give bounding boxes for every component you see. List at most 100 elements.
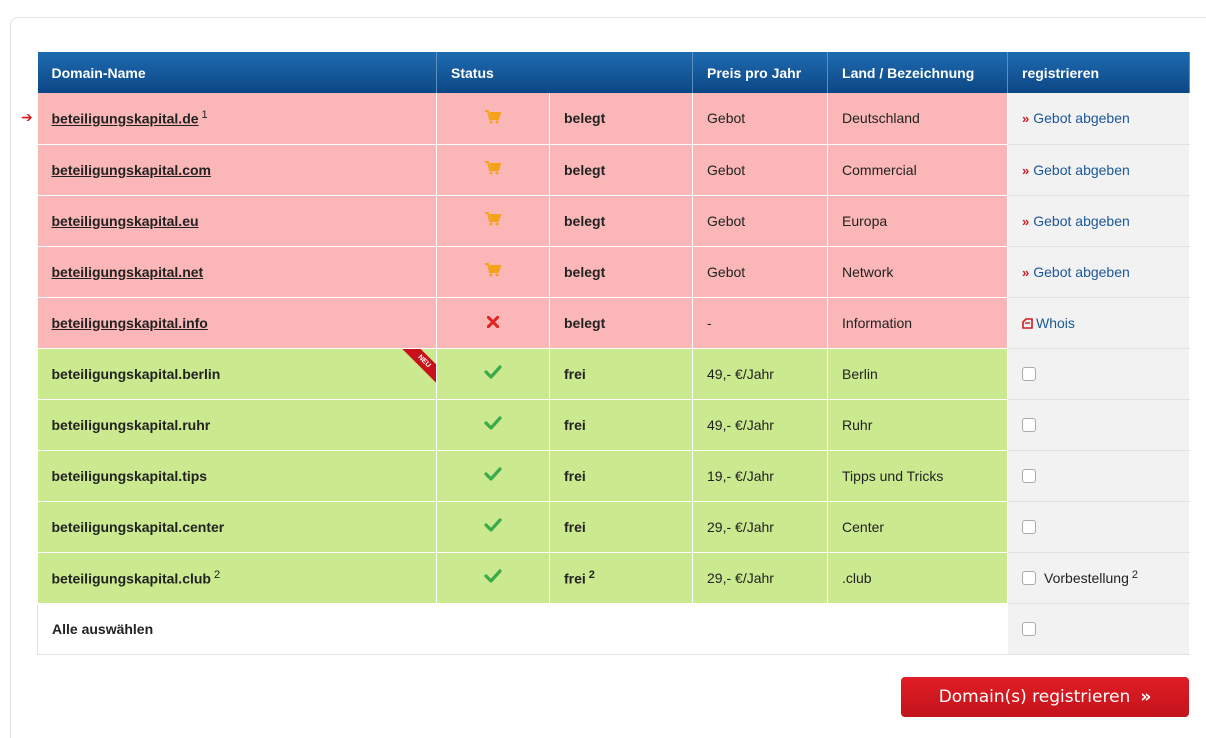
checkmark-icon bbox=[484, 416, 502, 430]
domain-link[interactable]: beteiligungskapital.de bbox=[52, 111, 199, 127]
bid-link-label: Gebot abgeben bbox=[1033, 212, 1130, 229]
price-text: 49,- €/Jahr bbox=[692, 399, 829, 451]
double-chevron-icon: » bbox=[1022, 162, 1030, 178]
double-chevron-icon: » bbox=[1022, 213, 1030, 229]
domain-cell: beteiligungskapital.tips bbox=[37, 450, 437, 502]
table-header: Domain-Name Status Preis pro Jahr Land /… bbox=[37, 52, 1191, 93]
status-cell: frei 2 bbox=[549, 552, 694, 604]
shopping-cart-icon bbox=[485, 109, 502, 124]
domain-link[interactable]: beteiligungskapital.net bbox=[52, 264, 204, 280]
domain-table: Domain-Name Status Preis pro Jahr Land /… bbox=[36, 52, 1191, 655]
preorder-checkbox[interactable] bbox=[1022, 571, 1037, 586]
country-text: Commercial bbox=[827, 144, 1009, 196]
bid-link-label: Gebot abgeben bbox=[1033, 161, 1130, 178]
status-icon-cell bbox=[436, 144, 550, 196]
table-row: beteiligungskapital.center frei 29,- €/J… bbox=[37, 501, 1191, 553]
status-icon-cell bbox=[436, 450, 550, 502]
domain-name: beteiligungskapital.ruhr bbox=[51, 416, 211, 433]
status-text: belegt bbox=[549, 297, 694, 349]
country-text: Center bbox=[827, 501, 1009, 553]
action-cell bbox=[1007, 450, 1191, 502]
bid-link[interactable]: » Gebot abgeben bbox=[1022, 264, 1130, 280]
bid-link-label: Gebot abgeben bbox=[1033, 263, 1130, 280]
register-checkbox[interactable] bbox=[1022, 519, 1037, 534]
action-cell: Vorbestellung 2 bbox=[1007, 552, 1191, 604]
select-all-checkbox[interactable] bbox=[1022, 621, 1037, 636]
bid-link[interactable]: » Gebot abgeben bbox=[1022, 162, 1130, 178]
bid-link-label: Gebot abgeben bbox=[1033, 110, 1130, 127]
action-cell: Whois bbox=[1007, 297, 1191, 349]
domain-cell: beteiligungskapital.com bbox=[37, 144, 437, 196]
country-text: Tipps und Tricks bbox=[827, 450, 1009, 502]
checkmark-icon bbox=[484, 518, 502, 532]
domain-link[interactable]: beteiligungskapital.com bbox=[52, 162, 211, 178]
status-icon-cell bbox=[436, 501, 550, 553]
price-text: - bbox=[692, 297, 829, 349]
status-icon-cell bbox=[436, 297, 550, 349]
table-row: beteiligungskapital.tips frei 19,- €/Jah… bbox=[37, 450, 1191, 502]
register-domains-button[interactable]: Domain(s) registrieren » bbox=[901, 677, 1189, 717]
bid-link[interactable]: » Gebot abgeben bbox=[1022, 110, 1130, 126]
domain-name: beteiligungskapital.berlin bbox=[51, 365, 221, 382]
domain-cell: beteiligungskapital.de 1 bbox=[37, 93, 437, 145]
whois-icon bbox=[1022, 317, 1033, 329]
domain-cell: beteiligungskapital.net bbox=[37, 246, 437, 298]
country-text: Deutschland bbox=[827, 93, 1009, 145]
register-checkbox[interactable] bbox=[1022, 366, 1037, 381]
whois-link[interactable]: Whois bbox=[1022, 315, 1075, 331]
footnote-marker: 1 bbox=[201, 109, 208, 122]
country-text: Europa bbox=[827, 195, 1009, 247]
domain-name: beteiligungskapital.tips bbox=[51, 467, 208, 484]
status-text: belegt bbox=[549, 93, 694, 145]
table-row: beteiligungskapital.net belegt Gebot Net… bbox=[37, 246, 1191, 298]
price-text: 29,- €/Jahr bbox=[692, 552, 829, 604]
bid-link[interactable]: » Gebot abgeben bbox=[1022, 213, 1130, 229]
shopping-cart-icon bbox=[485, 212, 502, 226]
col-header-country: Land / Bezeichnung bbox=[827, 52, 1009, 93]
action-cell: » Gebot abgeben bbox=[1007, 93, 1191, 145]
action-cell: » Gebot abgeben bbox=[1007, 246, 1191, 298]
domain-link[interactable]: beteiligungskapital.info bbox=[52, 315, 208, 331]
arrow-right-icon: ➔ bbox=[21, 109, 33, 125]
double-chevron-icon: » bbox=[1022, 111, 1030, 127]
price-text: 29,- €/Jahr bbox=[692, 501, 829, 553]
col-header-status: Status bbox=[436, 52, 694, 93]
checkmark-icon bbox=[484, 467, 502, 481]
action-cell bbox=[1007, 348, 1191, 400]
status-icon-cell bbox=[436, 93, 550, 145]
country-text: Network bbox=[827, 246, 1009, 298]
status-text: belegt bbox=[549, 195, 694, 247]
status-text: belegt bbox=[549, 144, 694, 196]
country-text: Berlin bbox=[827, 348, 1009, 400]
footnote-marker: 2 bbox=[1131, 568, 1138, 581]
double-chevron-icon: » bbox=[1022, 264, 1030, 280]
status-icon-cell bbox=[436, 348, 550, 400]
table-row: beteiligungskapital.eu belegt Gebot Euro… bbox=[37, 195, 1191, 247]
register-button-label: Domain(s) registrieren bbox=[938, 687, 1131, 707]
status-text: frei bbox=[549, 501, 694, 553]
table-row: beteiligungskapital.info belegt - Inform… bbox=[37, 297, 1191, 349]
register-checkbox[interactable] bbox=[1022, 468, 1037, 483]
select-all-row: Alle auswählen bbox=[36, 603, 1191, 655]
preorder-label: Vorbestellung bbox=[1044, 570, 1129, 587]
checkmark-icon bbox=[484, 365, 502, 379]
shopping-cart-icon bbox=[485, 161, 502, 175]
new-badge: NEU bbox=[402, 348, 436, 383]
col-header-register: registrieren bbox=[1007, 52, 1191, 93]
domain-cell: beteiligungskapital.ruhr bbox=[37, 399, 437, 451]
action-cell: » Gebot abgeben bbox=[1007, 144, 1191, 196]
country-text: .club bbox=[827, 552, 1009, 604]
table-row: beteiligungskapital.com belegt Gebot Com… bbox=[37, 144, 1191, 196]
footnote-marker: 2 bbox=[213, 568, 221, 581]
double-chevron-icon: » bbox=[1140, 687, 1152, 707]
select-all-text: Alle auswählen bbox=[52, 620, 154, 637]
table-row: beteiligungskapital.club 2 frei 2 29,- €/J… bbox=[37, 552, 1191, 604]
select-all-label: Alle auswählen bbox=[36, 603, 1009, 655]
table-row: beteiligungskapital.ruhr frei 49,- €/Jah… bbox=[37, 399, 1191, 451]
price-text: Gebot bbox=[692, 93, 829, 145]
domain-cell: beteiligungskapital.eu bbox=[37, 195, 437, 247]
status-text: frei bbox=[549, 450, 694, 502]
domain-cell: beteiligungskapital.berlin NEU bbox=[37, 348, 437, 400]
register-checkbox[interactable] bbox=[1022, 417, 1037, 432]
domain-link[interactable]: beteiligungskapital.eu bbox=[52, 213, 199, 229]
